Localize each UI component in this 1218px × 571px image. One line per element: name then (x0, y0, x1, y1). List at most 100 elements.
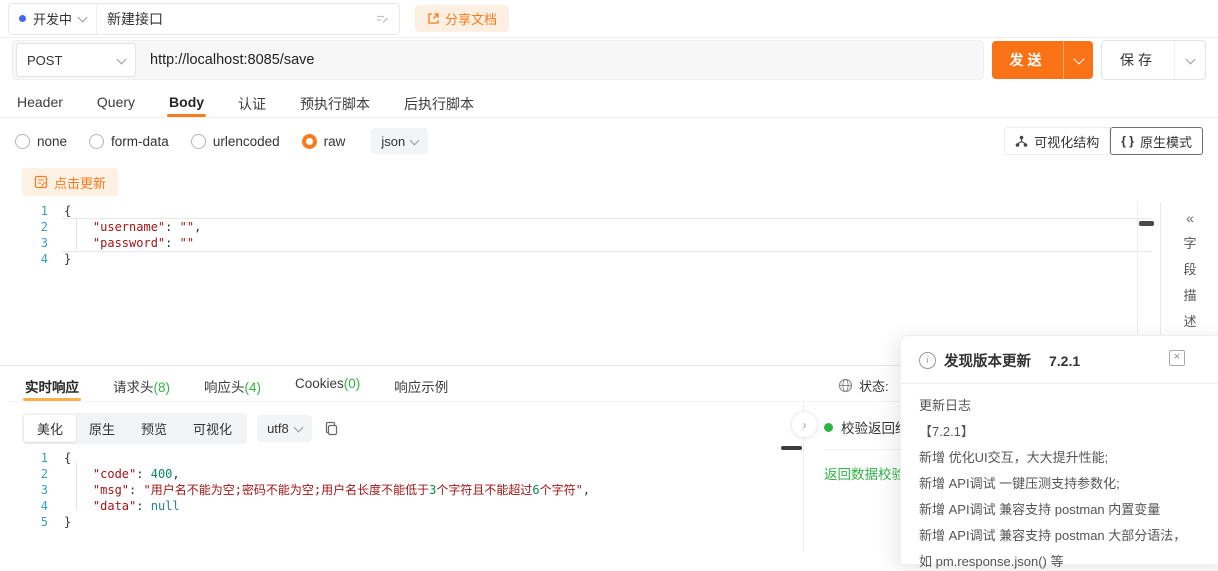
response-status: 状态: (838, 376, 889, 395)
tab-认证[interactable]: 认证 (236, 85, 268, 117)
request-bar: POST http://localhost:8085/save 发送 保存 (12, 41, 1206, 79)
send-dropdown[interactable] (1064, 41, 1093, 79)
view-segmented-control: 美化原生预览可视化 (22, 413, 247, 444)
body-type-radios: none form-data urlencoded raw json (15, 128, 428, 154)
radio-circle-icon (89, 134, 104, 149)
radio-label-none: none (37, 134, 67, 149)
radio-none[interactable]: none (15, 134, 67, 149)
code-text: { (64, 450, 71, 466)
changelog-line: 新增 优化UI交互，大大提升性能; (919, 448, 1211, 467)
divider (901, 383, 1218, 384)
method-dropdown[interactable]: POST (16, 43, 136, 77)
status-text: 状态: (859, 376, 889, 395)
tab-请求头[interactable]: 请求头(8) (111, 366, 172, 401)
view-可视化[interactable]: 可视化 (180, 415, 245, 442)
popup-changelog: 更新日志【7.2.1】新增 优化UI交互，大大提升性能;新增 API调试 一键压… (919, 396, 1211, 571)
response-code-lines: 1{2 "code": 400,3 "msg": "用户名不能为空;密码不能为空… (0, 446, 803, 530)
version-update-popup: i 发现版本更新 7.2.1 × 更新日志【7.2.1】新增 优化UI交互，大大… (900, 335, 1218, 565)
code-text: { (64, 203, 71, 219)
field-label-char: 字 (1161, 233, 1218, 252)
collapse-panel-icon[interactable]: « (1161, 210, 1218, 226)
radio-circle-icon (191, 134, 206, 149)
line-number: 1 (0, 450, 64, 466)
radio-form-data[interactable]: form-data (89, 134, 169, 149)
encoding-dropdown[interactable]: utf8 (257, 415, 312, 442)
line-number: 3 (0, 235, 64, 251)
response-body-editor[interactable]: 1{2 "code": 400,3 "msg": "用户名不能为空;密码不能为空… (0, 446, 803, 552)
send-button[interactable]: 发送 (992, 41, 1093, 79)
raw-format-dropdown[interactable]: json (371, 128, 428, 154)
tab-响应示例[interactable]: 响应示例 (392, 366, 450, 401)
tab-实时响应[interactable]: 实时响应 (23, 366, 81, 401)
save-button[interactable]: 保存 (1101, 40, 1206, 80)
code-line: 2 "username": "", (0, 219, 1218, 235)
line-number: 2 (0, 466, 64, 482)
code-line: 3 "msg": "用户名不能为空;密码不能为空;用户名长度不能低于3个字符且不… (0, 482, 803, 498)
chevron-down-icon (293, 423, 303, 433)
url-input[interactable]: http://localhost:8085/save (150, 52, 314, 68)
code-text: } (64, 514, 71, 530)
changelog-line: 新增 API调试 一键压测支持参数化; (919, 474, 1211, 493)
view-原生[interactable]: 原生 (76, 415, 128, 442)
changelog-line: 新增 API调试 兼容支持 postman 内置变量 (919, 500, 1211, 519)
tab-后执行脚本[interactable]: 后执行脚本 (402, 85, 476, 117)
tab-Body[interactable]: Body (167, 85, 206, 117)
tab-Header[interactable]: Header (15, 85, 65, 117)
share-doc-button[interactable]: 分享文档 (415, 5, 509, 32)
send-label[interactable]: 发送 (992, 41, 1064, 79)
line-number: 4 (0, 251, 64, 267)
field-label-char: 描 (1161, 285, 1218, 304)
chevron-down-icon (117, 54, 127, 64)
tab-Cookies[interactable]: Cookies(0) (293, 366, 362, 401)
changelog-line: 更新日志 (919, 396, 1211, 415)
edit-icon[interactable] (375, 12, 389, 26)
radio-group: none form-data urlencoded raw (15, 134, 345, 149)
save-label[interactable]: 保存 (1102, 41, 1175, 79)
editor-mode-group: 可视化结构 { } 原生模式 (1004, 127, 1203, 155)
visual-structure-label: 可视化结构 (1034, 132, 1099, 151)
body-type-row: none form-data urlencoded raw json 可视化结构 { … (15, 126, 1203, 156)
url-container: POST http://localhost:8085/save (12, 40, 984, 80)
view-美化[interactable]: 美化 (24, 415, 76, 442)
status-dropdown[interactable]: 开发中 (9, 4, 97, 34)
globe-icon (838, 378, 853, 393)
code-line: 5} (0, 514, 803, 530)
line-number: 5 (0, 514, 64, 530)
raw-mode-button[interactable]: { } 原生模式 (1110, 127, 1203, 155)
radio-urlencoded[interactable]: urlencoded (191, 134, 280, 149)
tab-Query[interactable]: Query (95, 85, 137, 117)
share-icon (427, 12, 440, 25)
line-number: 2 (0, 219, 64, 235)
line-number: 3 (0, 482, 64, 498)
tab-预执行脚本[interactable]: 预执行脚本 (298, 85, 372, 117)
copy-button[interactable] (324, 421, 339, 436)
changelog-line: 新增 API调试 兼容支持 postman 大部分语法， (919, 526, 1211, 545)
radio-raw[interactable]: raw (302, 134, 346, 149)
line-number: 1 (0, 203, 64, 219)
view-预览[interactable]: 预览 (128, 415, 180, 442)
code-text: "code": 400, (64, 466, 180, 482)
green-dot-icon (824, 423, 833, 432)
tab-count: (8) (154, 380, 171, 395)
top-bar: 开发中 新建接口 分享文档 (0, 0, 1218, 38)
click-update-button[interactable]: 点击更新 (22, 168, 118, 196)
braces-icon: { } (1121, 134, 1134, 148)
code-text: "username": "", (64, 219, 201, 235)
save-dropdown[interactable] (1175, 41, 1205, 79)
collapse-handle[interactable]: › (791, 411, 818, 438)
tab-count: (4) (245, 380, 262, 395)
api-name-input[interactable]: 新建接口 (97, 9, 375, 29)
encoding-label: utf8 (267, 421, 289, 436)
visual-structure-button[interactable]: 可视化结构 (1004, 127, 1110, 155)
chevron-down-icon (1073, 53, 1084, 64)
scrollbar-thumb[interactable] (781, 446, 802, 450)
popup-title: 发现版本更新 (944, 350, 1031, 371)
indent-guide (76, 462, 77, 510)
request-tabs: Header Query Body 认证预执行脚本后执行脚本 (0, 85, 1218, 118)
raw-mode-label: 原生模式 (1140, 132, 1192, 151)
field-description-label: 字段描述 (1161, 233, 1218, 330)
status-dot-icon (19, 15, 26, 22)
editor-scrollbar-thumb[interactable] (1139, 221, 1154, 226)
tab-响应头[interactable]: 响应头(4) (202, 366, 263, 401)
close-icon[interactable]: × (1169, 350, 1185, 366)
